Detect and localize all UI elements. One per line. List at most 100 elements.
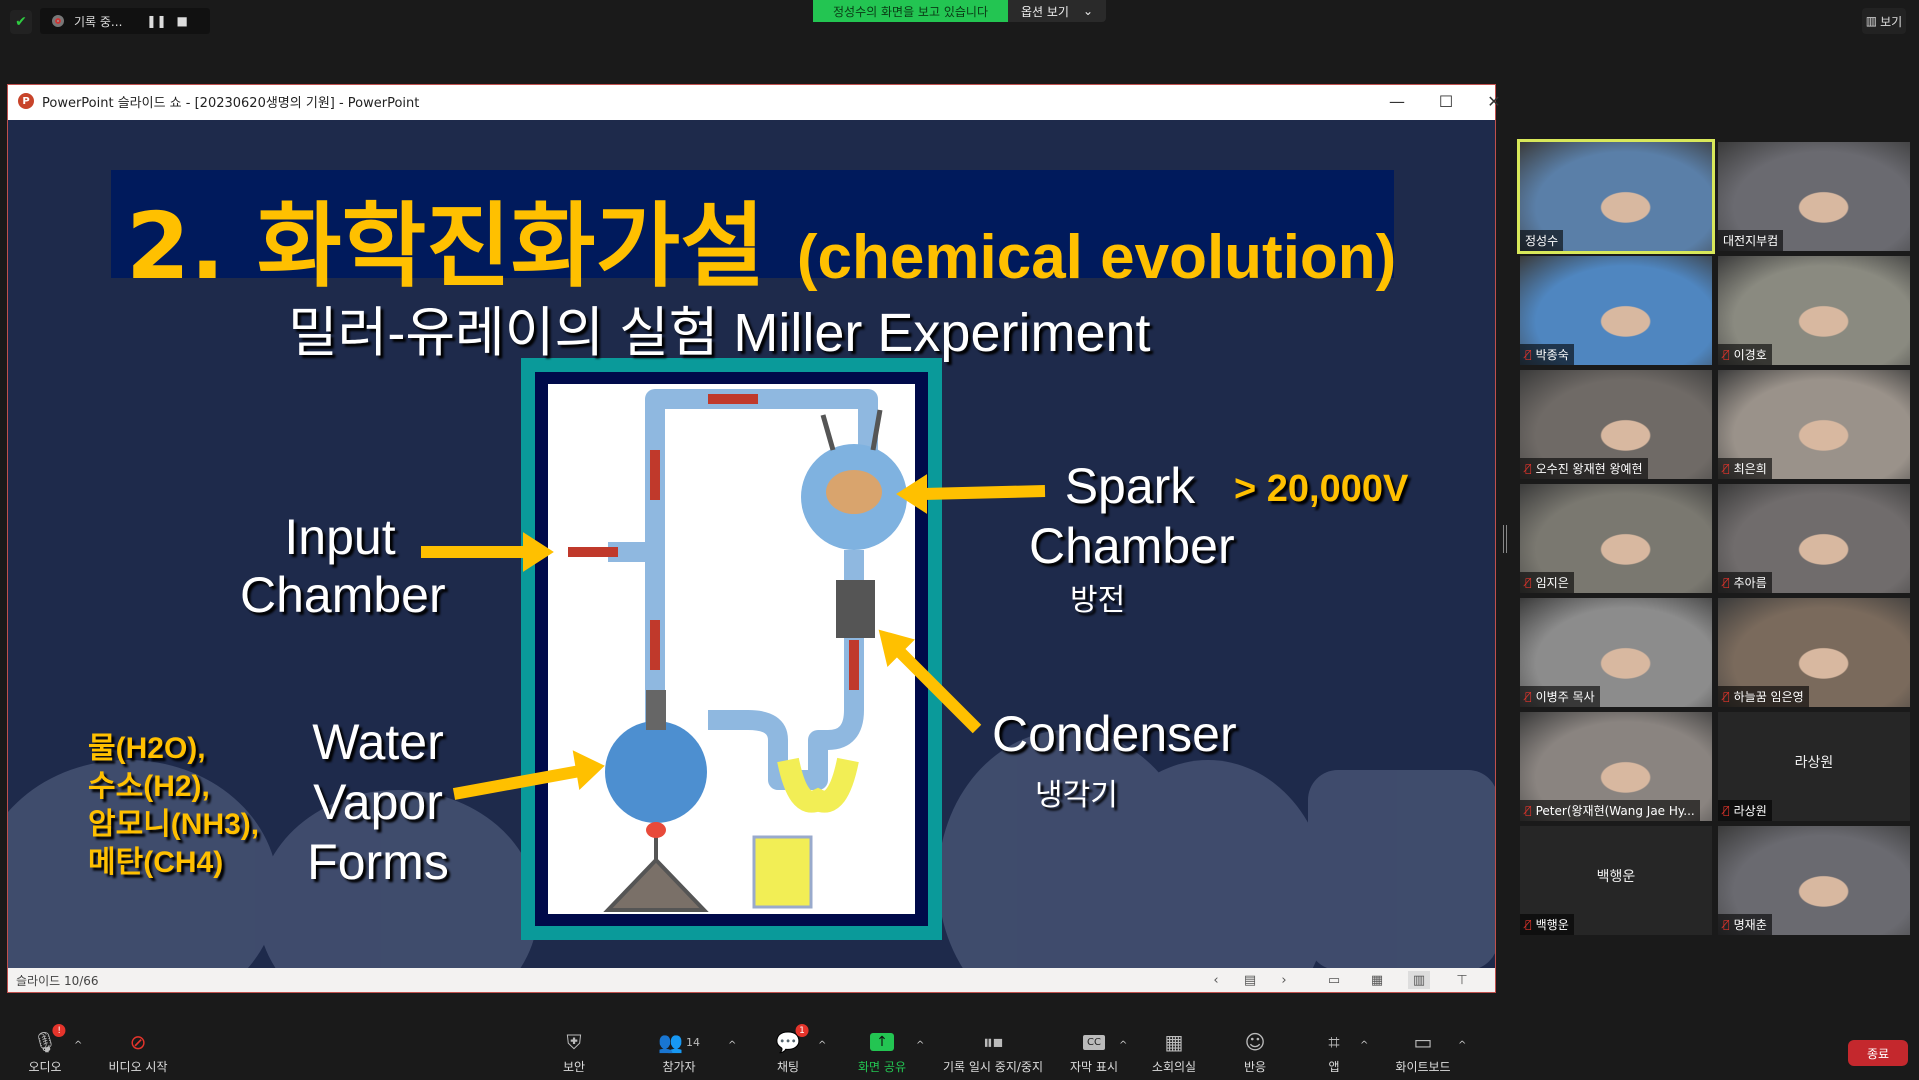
reactions-button[interactable]: ☺ 반응 [1244,1030,1266,1075]
participant-name: 이경호 [1733,348,1767,362]
whiteboard-options-caret[interactable]: ^ [1458,1040,1466,1051]
pause-recording-button[interactable]: ❚❚ [146,14,166,28]
title-english: (chemical evolution) [796,223,1397,292]
participant-name-center: 라상원 [1794,755,1834,771]
apps-options-caret[interactable]: ^ [1360,1040,1368,1051]
apps-button[interactable]: ⌗ 앱 [1328,1030,1339,1075]
view-button[interactable]: ▥ 보기 [1862,8,1906,34]
water-flask [605,721,707,823]
panel-resize-handle[interactable] [1503,525,1507,553]
captions-button[interactable]: CC 자막 표시 [1070,1030,1118,1075]
whiteboard-button[interactable]: ▭ 화이트보드 [1395,1030,1450,1075]
participant-count: 14 [685,1035,700,1049]
normal-view-icon[interactable]: ▭ [1323,971,1345,989]
label-line: Chamber [240,567,446,623]
participant-tile[interactable]: 🎙̸ 추아름 [1718,484,1910,593]
participant-name: 추아름 [1733,576,1767,590]
participant-tile[interactable]: 대전지부컴 [1718,142,1910,251]
participant-name-label: 🎙̸ Peter(왕재현(Wang Jae Hy... [1520,800,1700,821]
slide-counter: 슬라이드 10/66 [16,973,99,988]
reading-view-icon[interactable]: ▥ [1408,971,1430,989]
share-options-caret[interactable]: ^ [916,1040,924,1051]
chemical-item: 암모니(NH3), [88,808,260,841]
participant-tile[interactable]: 🎙̸ 최은희 [1718,370,1910,479]
minimize-button[interactable]: — [1373,85,1421,117]
label-line: Chamber [1029,518,1235,574]
pause-stop-recording-button[interactable]: ⏸⏹ 기록 일시 중지/중지 [943,1030,1043,1075]
muted-mic-icon: 🎙̸ [1525,576,1532,589]
toolbar-label: 채팅 [776,1060,800,1074]
condenser-block [836,580,875,638]
muted-mic-icon: 🎙̸ [1723,462,1730,475]
recording-indicator: 기록 중... ❚❚ ■ [40,8,210,34]
toolbar-label: 비디오 시작 [108,1060,168,1074]
participants-options-caret[interactable]: ^ [728,1040,736,1051]
breakout-grid-icon: ▦ [1164,1030,1184,1054]
muted-mic-icon: 🎙̸ [1723,690,1730,703]
participant-name: 이병주 목사 [1535,690,1595,704]
participant-name-label: 🎙̸ 라상원 [1718,800,1772,821]
close-button[interactable]: ✕ [1470,85,1518,117]
condenser-label: Condenser [992,706,1237,762]
participant-name: 라상원 [1733,804,1767,818]
label-line: Input [284,509,396,565]
title-korean: 2. 화학진화가설 [126,193,797,300]
participant-name: 임지은 [1535,576,1569,590]
participant-tile[interactable]: 🎙̸ 이경호 [1718,256,1910,365]
view-options-button[interactable]: 옵션 보기 ⌄ [1008,0,1106,22]
participant-tile[interactable]: 🎙̸ 하늘꿈 임은영 [1718,598,1910,707]
chat-button[interactable]: 💬 1 채팅 [776,1024,809,1075]
microphone-icon: 🎙! [32,1024,66,1054]
slide-list-icon[interactable]: ▤ [1239,971,1261,989]
beaker [752,835,813,909]
participant-name-label: 🎙̸ 하늘꿈 임은영 [1718,686,1809,707]
stop-recording-button[interactable]: ■ [177,14,188,28]
participants-button[interactable]: 👥 14 참가자 [658,1030,700,1075]
next-slide-button[interactable]: › [1273,971,1295,989]
end-meeting-button[interactable]: 종료 [1848,1040,1908,1066]
muted-mic-icon: 🎙̸ [1525,348,1532,361]
share-screen-button[interactable]: ↑ 화면 공유 [858,1030,906,1075]
spark-korean-label: 방전 [1070,584,1126,617]
slide-sorter-icon[interactable]: ▦ [1366,971,1388,989]
spark-arrow [922,485,1046,500]
participant-name-center: 백행운 [1596,869,1636,885]
participant-name: 명재춘 [1733,918,1767,932]
participant-name-label: 🎙̸ 이경호 [1718,344,1772,365]
breakout-rooms-button[interactable]: ▦ 소회의실 [1152,1030,1196,1075]
captions-options-caret[interactable]: ^ [1119,1040,1127,1051]
input-chamber-label: Input Chamber [240,508,446,624]
condenser-korean-label: 냉각기 [1035,779,1118,812]
decor-book-page [1308,770,1495,968]
slideshow-view-icon[interactable]: ⊤ [1451,971,1473,989]
participant-name-label: 🎙̸ 백행운 [1520,914,1574,935]
record-icon [52,15,64,27]
participant-tile[interactable]: 🎙̸ 임지은 [1520,484,1712,593]
audio-options-caret[interactable]: ^ [74,1040,82,1051]
participant-tile[interactable]: 정성수 [1517,139,1715,254]
shield-icon: ⛨ [566,1030,582,1054]
participant-tile[interactable]: 라상원 🎙̸ 라상원 [1718,712,1910,821]
chat-badge: 1 [795,1024,809,1037]
chat-options-caret[interactable]: ^ [818,1040,826,1051]
start-video-button[interactable]: ⊘ 비디오 시작 [108,1030,167,1075]
maximize-button[interactable]: ☐ [1422,85,1470,117]
participant-tile[interactable]: 백행운 🎙̸ 백행운 [1520,826,1712,935]
apps-icon: ⌗ [1328,1030,1340,1054]
security-button[interactable]: ⛨ 보안 [563,1030,585,1075]
participant-tile[interactable]: 🎙̸ Peter(왕재현(Wang Jae Hy... [1520,712,1712,821]
participant-tile[interactable]: 🎙̸ 박종숙 [1520,256,1712,365]
participant-tile[interactable]: 🎙̸ 이병주 목사 [1520,598,1712,707]
participant-tile[interactable]: 🎙̸ 오수진 왕재현 왕예현 [1520,370,1712,479]
slide: 2. 화학진화가설 (chemical evolution) 밀러-유레이의 실… [8,120,1495,968]
slideshow-statusbar: 슬라이드 10/66 ‹ ▤ › ▭ ▦ ▥ ⊤ [8,968,1495,992]
recording-label: 기록 중... [74,14,123,29]
participant-name-label: 🎙̸ 추아름 [1718,572,1772,593]
previous-slide-button[interactable]: ‹ [1205,971,1227,989]
participant-tile[interactable]: 🎙̸ 명재춘 [1718,826,1910,935]
toolbar-label: 오디오 [28,1060,62,1074]
participant-name: Peter(왕재현(Wang Jae Hy... [1535,804,1695,818]
security-shield-icon[interactable]: ✔ [10,10,32,34]
audio-button[interactable]: 🎙! 오디오 [28,1024,66,1075]
participant-name: 오수진 왕재현 왕예현 [1535,462,1643,476]
